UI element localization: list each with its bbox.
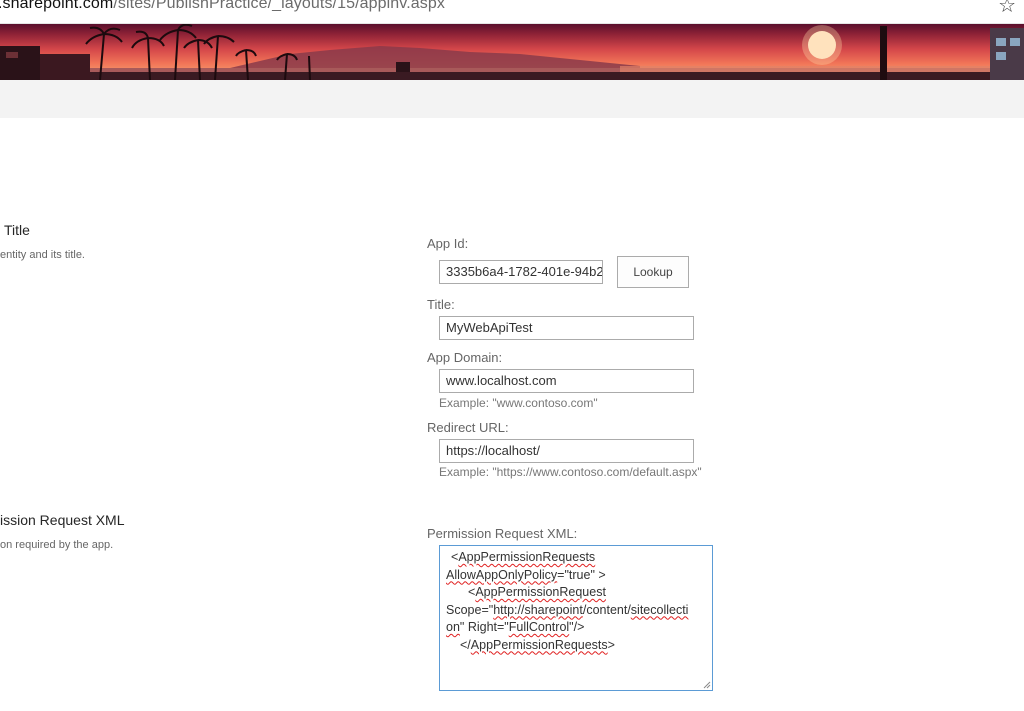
lookup-button[interactable]: Lookup <box>617 256 689 288</box>
xml-line: </AppPermissionRequests> <box>446 637 706 655</box>
xml-line: on" Right="FullControl"/> <box>446 619 706 637</box>
app-domain-label: App Domain: <box>427 350 503 365</box>
xml-text: ="true" > <box>557 567 606 582</box>
app-id-label: App Id: <box>427 236 469 251</box>
xml-text: http://sharepoint <box>493 602 583 617</box>
address-url[interactable]: .sharepoint.com/sites/PublishPractice/_l… <box>0 0 445 13</box>
app-domain-example: Example: "www.contoso.com" <box>439 396 598 410</box>
permission-xml-textarea[interactable]: <AppPermissionRequests AllowAppOnlyPolic… <box>439 545 713 691</box>
section-heading-app-identity: Title <box>4 222 30 238</box>
xml-text: /content/ <box>582 602 631 617</box>
bookmark-star-icon[interactable]: ☆ <box>998 0 1016 18</box>
app-domain-input[interactable]: www.localhost.com <box>439 369 694 393</box>
permission-xml-label: Permission Request XML: <box>427 526 578 541</box>
section-description-permission-xml: on required by the app. <box>0 539 114 551</box>
xml-text: > <box>607 637 615 652</box>
redirect-url-label: Redirect URL: <box>427 420 509 435</box>
title-input[interactable]: MyWebApiTest <box>439 316 694 340</box>
xml-line: AllowAppOnlyPolicy="true" > <box>446 567 706 585</box>
section-description-app-identity: entity and its title. <box>0 249 85 261</box>
xml-text: AppPermissionRequest <box>475 585 606 599</box>
xml-line: Scope="http://sharepoint/content/sitecol… <box>446 602 706 620</box>
xml-line: <AppPermissionRequests <box>446 549 706 567</box>
section-heading-permission-xml: ission Request XML <box>0 512 125 528</box>
xml-text: on <box>446 620 460 634</box>
xml-text: FullControl <box>508 620 570 634</box>
xml-text: AppPermissionRequests <box>458 550 596 564</box>
banner-illustration <box>0 24 1024 80</box>
title-label: Title: <box>427 297 455 312</box>
browser-address-bar[interactable]: .sharepoint.com/sites/PublishPractice/_l… <box>0 0 1024 24</box>
xml-text: " Right=" <box>459 620 509 634</box>
redirect-url-example: Example: "https://www.contoso.com/defaul… <box>439 465 702 479</box>
xml-text: </ <box>460 637 471 652</box>
resize-grip-icon[interactable] <box>702 680 711 689</box>
redirect-url-input[interactable]: https://localhost/ <box>439 439 694 463</box>
url-host: .sharepoint.com <box>0 0 114 12</box>
xml-line: <AppPermissionRequest <box>446 584 706 602</box>
xml-text: sitecollecti <box>630 602 689 617</box>
ribbon-bar <box>0 80 1024 118</box>
url-path: /sites/PublishPractice/_layouts/15/appin… <box>113 0 445 12</box>
xml-text: AllowAppOnlyPolicy <box>446 567 558 582</box>
app-id-input[interactable]: 3335b6a4-1782-401e-94b2 <box>439 260 603 284</box>
xml-text: Scope=" <box>446 602 494 617</box>
xml-text: "/> <box>569 620 585 634</box>
xml-text: AppPermissionRequests <box>470 637 608 652</box>
site-banner-image <box>0 24 1024 80</box>
